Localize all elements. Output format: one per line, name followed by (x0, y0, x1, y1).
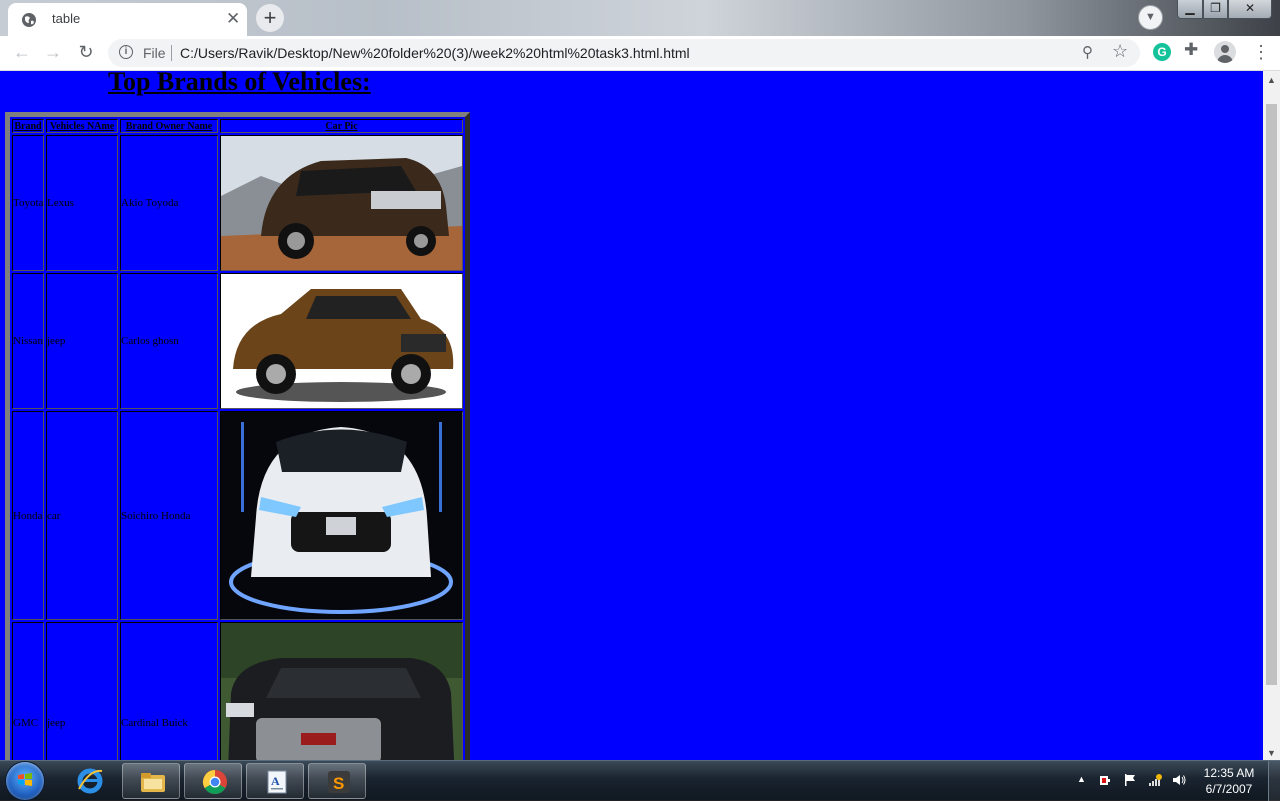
zoom-icon[interactable]: ⚲ (1082, 43, 1093, 61)
chrome-icon (202, 770, 227, 795)
tab-search-icon[interactable]: ▼ (1138, 5, 1163, 30)
maximize-button[interactable]: ❐ (1203, 0, 1228, 19)
car-pic-cell (220, 273, 463, 409)
show-hidden-icons-icon[interactable]: ▲ (1077, 774, 1086, 784)
clock-time: 12:35 AM (1203, 766, 1255, 780)
table-row: Toyota Lexus Akio Toyoda (12, 135, 463, 271)
info-icon[interactable]: i (119, 45, 133, 59)
omnibox-divider (171, 45, 172, 61)
owner-cell: Cardinal Buick (120, 622, 218, 760)
tab-close-icon[interactable]: ✕ (226, 9, 240, 29)
show-desktop-button[interactable] (1268, 761, 1280, 801)
bookmark-star-icon[interactable]: ☆ (1112, 41, 1128, 62)
svg-text:S: S (333, 774, 344, 793)
white-sedan-front-photo (221, 412, 462, 619)
back-arrow-icon[interactable]: ← (10, 40, 34, 64)
scroll-down-arrow-icon[interactable]: ▼ (1267, 748, 1276, 758)
header-brand: Brand (12, 119, 44, 133)
scrollbar-thumb[interactable] (1266, 104, 1277, 685)
taskbar-wordpad[interactable]: A (246, 763, 304, 799)
new-tab-button[interactable]: + (256, 4, 284, 32)
url-text[interactable]: C:/Users/Ravik/Desktop/New%20folder%20(3… (180, 45, 690, 61)
car-pic-cell (220, 135, 463, 271)
globe-icon (22, 13, 36, 27)
page-viewport: Top Brands of Vehicles: Brand Vehicles N… (0, 71, 1263, 760)
minimize-button[interactable]: ▁ (1177, 0, 1203, 19)
action-center-flag-icon[interactable] (1123, 773, 1137, 787)
owner-cell: Carlos ghosn (120, 273, 218, 409)
owner-cell: Soichiro Honda (120, 411, 218, 620)
network-icon[interactable] (1148, 773, 1162, 787)
brand-cell: Nissan (12, 273, 44, 409)
car-pic-cell (220, 622, 463, 760)
profile-avatar-icon[interactable] (1214, 41, 1236, 63)
vehicle-cell: jeep (46, 622, 118, 760)
brown-suv-photo (221, 136, 462, 270)
extensions-puzzle-icon[interactable]: ✚ (1184, 40, 1198, 60)
clock-date: 6/7/2007 (1205, 782, 1253, 796)
system-clock[interactable]: 12:35 AM 6/7/2007 (1196, 765, 1262, 797)
scroll-up-arrow-icon[interactable]: ▲ (1267, 75, 1276, 85)
volume-icon[interactable] (1172, 773, 1186, 787)
brand-cell: GMC (12, 622, 44, 760)
brand-cell: Toyota (12, 135, 44, 271)
internet-explorer-icon (77, 768, 103, 794)
table-row: Honda car Soichiro Honda (12, 411, 463, 620)
windows-logo-icon (18, 773, 32, 786)
table-header-row: Brand Vehicles NAme Brand Owner Name Car… (12, 119, 463, 133)
black-suv-photo (221, 623, 462, 760)
grammarly-extension-icon[interactable]: G (1153, 43, 1171, 61)
start-button[interactable] (6, 762, 44, 800)
vehicles-table: Brand Vehicles NAme Brand Owner Name Car… (5, 112, 470, 760)
forward-arrow-icon[interactable]: → (41, 40, 65, 64)
header-car-pic: Car Pic (220, 119, 463, 133)
browser-tab[interactable]: table ✕ (8, 3, 247, 36)
brand-cell: Honda (12, 411, 44, 620)
battery-plug-icon[interactable] (1098, 773, 1112, 787)
vertical-scrollbar[interactable]: ▲ ▼ (1263, 71, 1280, 760)
reload-icon[interactable]: ↻ (74, 40, 98, 64)
vehicle-cell: jeep (46, 273, 118, 409)
table-row: GMC jeep Cardinal Buick (12, 622, 463, 760)
sublime-text-icon: S (328, 771, 350, 793)
vehicle-cell: Lexus (46, 135, 118, 271)
header-vehicle-name: Vehicles NAme (46, 119, 118, 133)
browser-toolbar: ← → ↻ i File C:/Users/Ravik/Desktop/New%… (0, 36, 1280, 71)
taskbar-file-explorer[interactable] (122, 763, 180, 799)
taskbar-google-chrome[interactable] (184, 763, 242, 799)
bronze-suv-photo (221, 274, 462, 408)
address-bar[interactable]: i File C:/Users/Ravik/Desktop/New%20fold… (108, 39, 1140, 67)
svg-text:A: A (271, 774, 280, 788)
tab-title: table (52, 11, 81, 26)
menu-kebab-icon[interactable]: ⋮ (1252, 40, 1270, 64)
folder-icon (141, 773, 165, 792)
car-pic-cell (220, 411, 463, 620)
vehicle-cell: car (46, 411, 118, 620)
taskbar-sublime-text[interactable]: S (308, 763, 366, 799)
taskbar-internet-explorer[interactable] (60, 763, 118, 799)
table-row: Nissan jeep Carlos ghosn (12, 273, 463, 409)
close-window-button[interactable]: ✕ (1228, 0, 1272, 19)
page-heading: Top Brands of Vehicles: (108, 71, 371, 96)
tab-strip: table ✕ + ▼ ▁ ❐ ✕ (0, 0, 1280, 36)
scheme-label: File (143, 45, 166, 61)
wordpad-icon: A (267, 770, 287, 794)
owner-cell: Akio Toyoda (120, 135, 218, 271)
windows-taskbar: A S ▲ 12:35 AM 6/7/2007 (0, 760, 1280, 801)
header-owner-name: Brand Owner Name (120, 119, 218, 133)
